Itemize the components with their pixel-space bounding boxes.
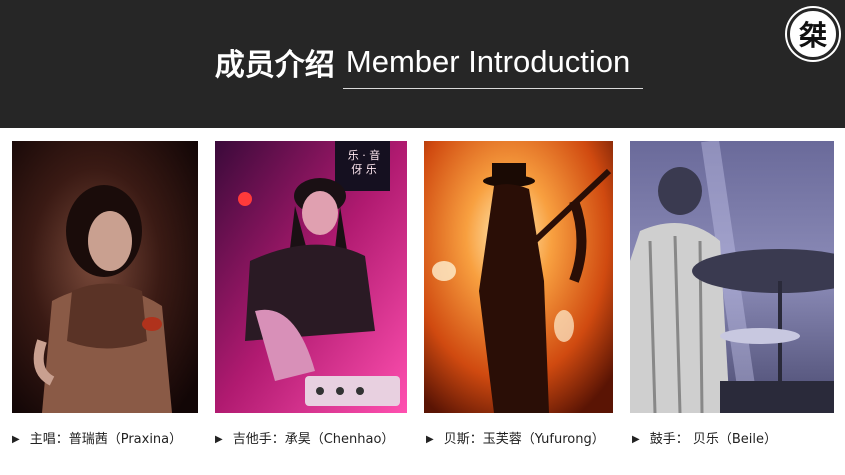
member-label: 吉他手：承昊（Chenhao） (232, 432, 395, 447)
member-caption-bassist: ▶ 贝斯：玉芙蓉（Yufurong） (426, 428, 605, 447)
member-photo-bassist (424, 141, 613, 413)
member-label: 鼓手： 贝乐（Beile） (649, 432, 777, 447)
band-logo: 桀 (787, 8, 839, 60)
member-label: 主唱：普瑞茜（Praxina） (29, 432, 183, 447)
member-label: 贝斯：玉芙蓉（Yufurong） (443, 432, 605, 447)
member-photo-guitarist: 乐 · 音 伢 乐 (215, 141, 407, 413)
title-underline (343, 88, 643, 89)
page-header: 成员介绍 Member Introduction 桀 (0, 0, 845, 128)
member-photo-drummer (630, 141, 834, 413)
play-arrow-icon: ▶ (632, 434, 640, 445)
member-caption-guitarist: ▶ 吉他手：承昊（Chenhao） (215, 428, 394, 447)
play-arrow-icon: ▶ (426, 434, 434, 445)
page-title: 成员介绍 Member Introduction (0, 40, 845, 84)
title-english: Member Introduction (345, 44, 631, 79)
play-arrow-icon: ▶ (215, 434, 223, 445)
member-photo-vocalist (12, 141, 198, 413)
title-chinese: 成员介绍 (214, 48, 335, 83)
logo-glyph: 桀 (798, 19, 827, 52)
member-caption-vocalist: ▶ 主唱：普瑞茜（Praxina） (12, 428, 182, 447)
play-arrow-icon: ▶ (12, 434, 20, 445)
member-caption-drummer: ▶ 鼓手： 贝乐（Beile） (632, 428, 777, 447)
neon-sign: 乐 · 音 伢 乐 (347, 149, 381, 176)
